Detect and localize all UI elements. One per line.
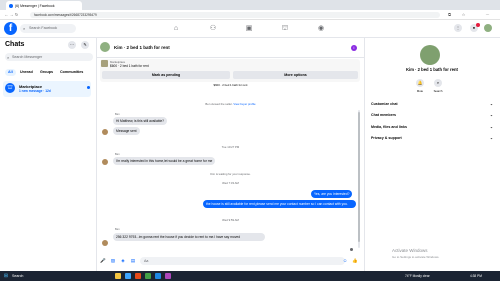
chevron-down-icon: ⌄	[489, 113, 493, 117]
filter-groups[interactable]: Groups	[37, 69, 56, 76]
message-bubble[interactable]: 256 322 9793...im gonna rent the house i…	[113, 233, 265, 242]
filter-communities[interactable]: Communities	[57, 69, 86, 76]
app-icon[interactable]	[155, 273, 161, 279]
mute-label: Mute	[416, 89, 424, 93]
timestamp: Tue 10:27 PM	[221, 145, 240, 149]
gaming-icon[interactable]: ◉	[316, 24, 326, 33]
privacy-support-item[interactable]: Privacy & support ⌄	[371, 136, 493, 140]
timestamp: Wed 7:33 AM	[222, 181, 239, 185]
details-title: Kim · 2 bed 1 bath for rent	[406, 67, 458, 72]
weather-widget[interactable]: 74°F Mostly clear	[405, 273, 430, 279]
activate-windows-title: Activate Windows	[392, 248, 428, 253]
reload-icon[interactable]: ↻	[14, 12, 19, 17]
waiting-notice: Kim is waiting for your response.	[210, 172, 251, 176]
like-icon[interactable]: 👍	[352, 258, 358, 264]
more-options-button[interactable]: More options	[233, 71, 358, 79]
sent-message-bubble[interactable]: the house is still available for rent,pl…	[203, 200, 356, 209]
profile-avatar[interactable]	[484, 24, 492, 32]
message-bubble[interactable]: Message sent	[113, 127, 140, 136]
facebook-favicon-icon	[9, 3, 13, 8]
app-icon[interactable]	[165, 273, 171, 279]
activate-windows-subtitle: Go to Settings to activate Windows.	[392, 255, 440, 259]
search-icon: ⌕	[23, 26, 26, 31]
seen-indicator	[350, 248, 353, 251]
sender-name: Ben	[115, 153, 120, 156]
facebook-logo-icon[interactable]: f	[4, 22, 17, 35]
conversation-title[interactable]: Kim · 2 bed 1 bath for rent	[114, 45, 170, 50]
messenger-search-input[interactable]: Search Messenger	[5, 53, 93, 61]
file-explorer-icon[interactable]	[115, 273, 121, 279]
message-input[interactable]: Aa	[140, 257, 345, 265]
info-icon[interactable]: i	[351, 45, 357, 51]
mute-icon[interactable]: 🔔	[416, 79, 424, 87]
new-message-icon[interactable]: ✎	[81, 41, 89, 49]
clock-time[interactable]: 4:38 PM	[470, 273, 482, 279]
message-bubble[interactable]: I'm really interested in this home,let w…	[113, 157, 216, 166]
message-bubble[interactable]: Hi Matthew, is this still available?	[113, 117, 168, 126]
mic-icon[interactable]: 🎤	[100, 258, 106, 264]
seller-view-notice: Ben viewed the seller. View buyer profil…	[97, 102, 364, 106]
address-bar[interactable]: facebook.com/messages/t/26687233295479	[30, 12, 440, 18]
conversation-avatar[interactable]	[100, 42, 110, 52]
facebook-search-input[interactable]: Search Facebook	[20, 24, 76, 33]
privacy-support-label: Privacy & support	[371, 136, 402, 140]
timestamp: Wed 9:59 AM	[222, 218, 239, 222]
emoji-icon[interactable]: ☺	[342, 258, 348, 264]
gif-icon[interactable]: ▤	[130, 258, 136, 264]
extensions-icon[interactable]: ⧉	[447, 12, 452, 17]
chevron-down-icon: ⌄	[489, 136, 493, 140]
scrollbar-thumb[interactable]	[358, 112, 360, 242]
media-files-links-label: Media, files and links	[371, 125, 407, 129]
windows-start-icon[interactable]: ⊞	[3, 273, 9, 279]
image-icon[interactable]: ▨	[110, 258, 116, 264]
search-label: Search	[433, 89, 443, 93]
marketplace-icon: ⛫	[5, 83, 15, 93]
search-icon: ⌕	[7, 55, 10, 60]
app-icon[interactable]	[145, 273, 151, 279]
sender-avatar[interactable]	[102, 129, 108, 135]
chat-members-item[interactable]: Chat members ⌄	[371, 113, 493, 117]
search-icon[interactable]: ⌕	[434, 79, 442, 87]
chat-subtitle: 1 new message · 12d	[19, 89, 51, 93]
media-files-links-item[interactable]: Media, files and links ⌄	[371, 125, 493, 129]
chat-members-label: Chat members	[371, 113, 396, 117]
listing-thumbnail[interactable]	[101, 60, 108, 67]
sender-avatar[interactable]	[102, 159, 108, 165]
conversation-avatar-large[interactable]	[420, 45, 440, 65]
partial-listing-text: $600 · 2 bed 1 bath for rent	[213, 83, 248, 87]
mark-as-pending-button[interactable]: Mark as pending	[102, 71, 230, 79]
marketplace-icon[interactable]: ⛫	[280, 24, 290, 33]
filter-unread[interactable]: Unread	[17, 69, 36, 76]
home-icon[interactable]: ⌂	[171, 24, 181, 33]
menu-dots-icon[interactable]: ⋯	[485, 12, 490, 17]
listing-title: $600 · 2 bed 1 bath for rent	[110, 64, 149, 68]
sender-name: Ben	[115, 228, 120, 231]
friends-icon[interactable]: ⚇	[208, 24, 218, 33]
more-options-icon[interactable]: ⋯	[68, 41, 76, 49]
view-buyer-profile-link[interactable]: View buyer profile	[233, 102, 255, 106]
chevron-down-icon: ⌄	[489, 125, 493, 129]
tab-title: (6) Messenger | Facebook	[15, 3, 55, 8]
customize-chat-item[interactable]: Customize chat ⌄	[371, 102, 493, 106]
unread-dot	[87, 86, 90, 89]
sticker-icon[interactable]: ◈	[120, 258, 126, 264]
apps-menu-icon[interactable]: ⋮	[454, 24, 462, 32]
chevron-down-icon: ⌄	[489, 102, 493, 106]
seller-view-text: Ben viewed the seller.	[205, 102, 233, 106]
chats-title: Chats	[5, 41, 25, 48]
taskbar-search[interactable]: Search	[12, 273, 23, 279]
customize-chat-label: Customize chat	[371, 102, 398, 106]
sender-avatar[interactable]	[102, 240, 108, 246]
details-panel	[364, 38, 500, 271]
sent-message-bubble[interactable]: Yes, are you interested?	[311, 190, 353, 199]
sender-name: Ben	[115, 113, 120, 116]
app-icon[interactable]	[135, 273, 141, 279]
filter-all[interactable]: All	[5, 69, 16, 76]
edge-icon[interactable]	[125, 273, 131, 279]
favorites-icon[interactable]: ☆	[461, 12, 466, 17]
video-icon[interactable]: ▣	[244, 24, 254, 33]
notification-badge	[476, 23, 480, 27]
browser-tab[interactable]: (6) Messenger | Facebook	[6, 1, 82, 10]
